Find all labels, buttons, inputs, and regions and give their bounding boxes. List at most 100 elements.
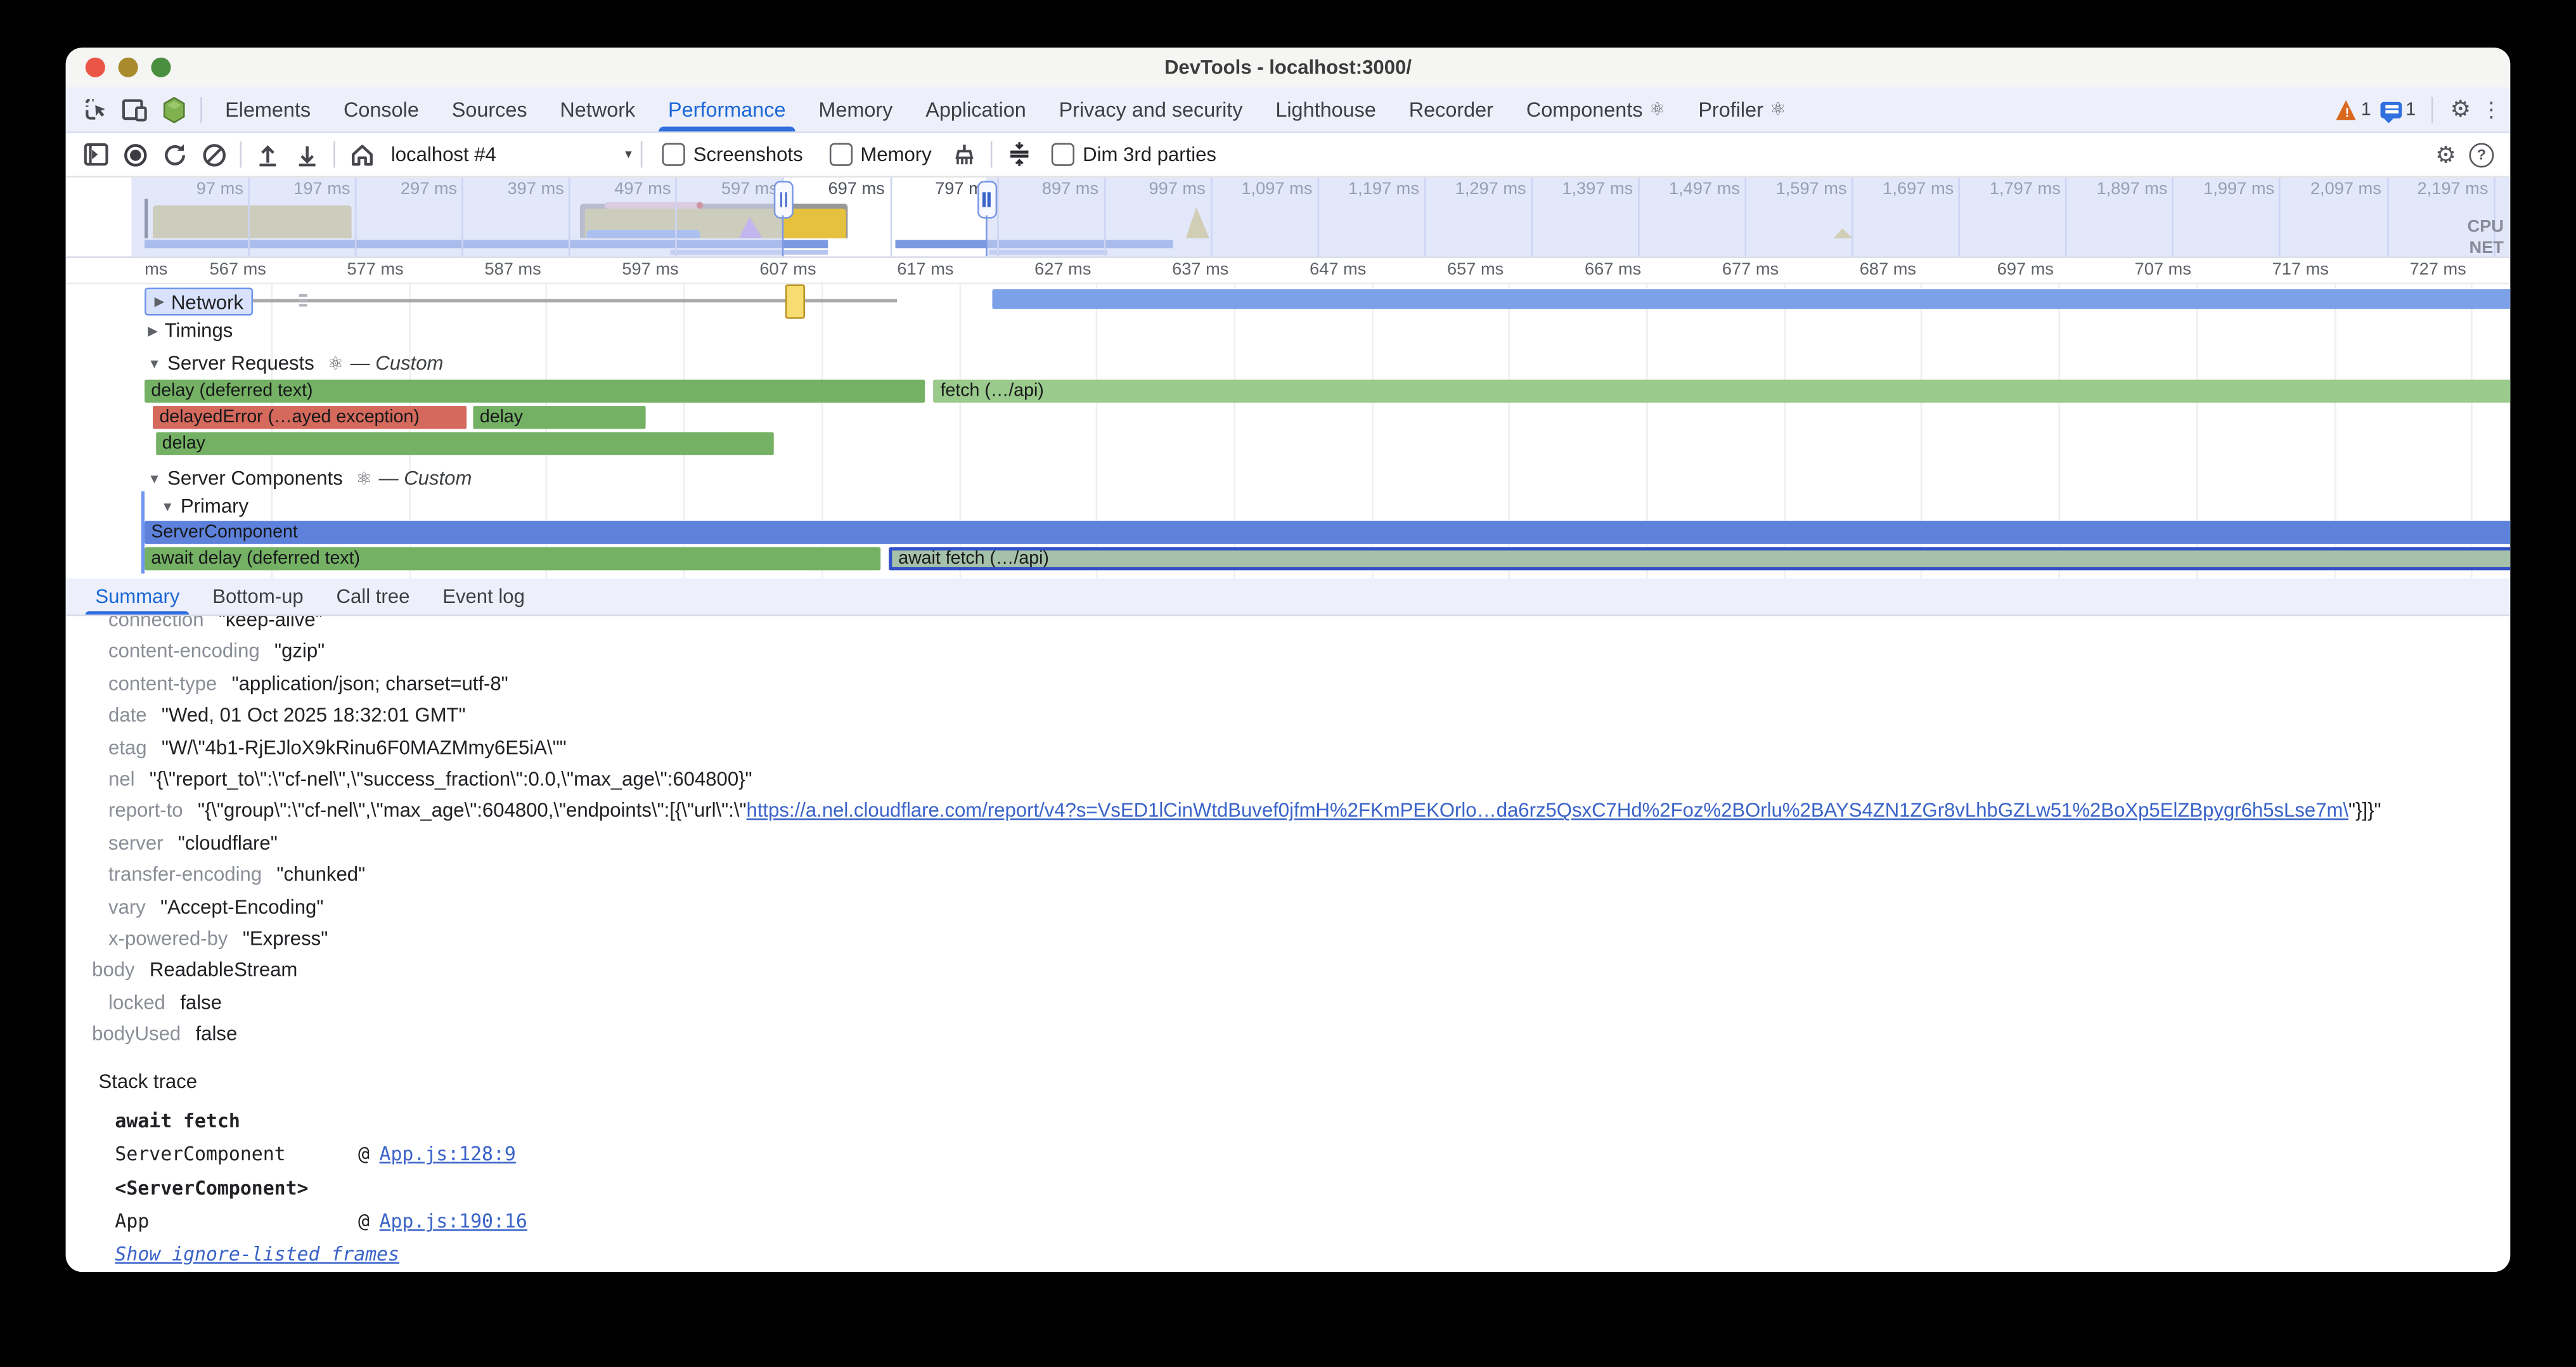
details-tab-call-tree[interactable]: Call tree (320, 578, 427, 614)
tab-sources[interactable]: Sources (435, 87, 544, 131)
overview-gridline (890, 178, 892, 256)
tab-console[interactable]: Console (327, 87, 435, 131)
property-row: nel"{\"report_to\":\"cf-nel\",\"success_… (92, 764, 2510, 796)
tab-network[interactable]: Network (543, 87, 652, 131)
memory-checkbox[interactable]: Memory (829, 143, 932, 165)
ruler-unit-label: ms (145, 260, 167, 280)
timeline-event-bar[interactable]: delay (473, 406, 647, 429)
issues-badge[interactable]: 1 (2381, 100, 2416, 119)
ruler-tick-label: 717 ms (2234, 260, 2329, 280)
divider (991, 141, 993, 167)
extension-gem-icon[interactable] (155, 91, 194, 127)
network-request-marker[interactable] (785, 284, 805, 318)
ruler-tick-label: 707 ms (2096, 260, 2191, 280)
property-row: transfer-encoding"chunked" (92, 860, 2510, 891)
capture-settings-gear-icon[interactable]: ⚙ (2435, 141, 2456, 169)
selection-handle-left[interactable] (774, 181, 794, 219)
network-track-header[interactable]: ▶ Network (145, 288, 254, 316)
device-toolbar-icon[interactable] (115, 91, 154, 127)
tab-recorder[interactable]: Recorder (1393, 87, 1510, 131)
server-components-track-header[interactable]: ▼ Server Components ⚛ — Custom (66, 467, 2511, 491)
settings-gear-icon[interactable]: ⚙ (2450, 95, 2471, 123)
warning-icon: ! (2336, 100, 2358, 119)
react-atom-icon: ⚛ (1770, 99, 1786, 120)
inspect-element-icon[interactable] (75, 91, 115, 127)
details-tab-bottom-up[interactable]: Bottom-up (196, 578, 319, 614)
network-request-bar[interactable] (993, 289, 2511, 309)
timeline-event-bar[interactable]: await delay (deferred text) (145, 547, 880, 570)
timeline-overview[interactable]: CPU NET 97 ms197 ms297 ms397 ms497 ms597… (66, 178, 2511, 258)
expand-triangle-icon[interactable]: ▼ (148, 471, 161, 486)
record-icon[interactable] (115, 136, 154, 172)
active-tab-underline (659, 127, 796, 132)
clear-icon[interactable] (194, 136, 233, 172)
warning-badge[interactable]: ! 1 (2336, 100, 2371, 119)
stack-frame: App@App.js:190:16 (115, 1205, 2510, 1238)
tab-elements[interactable]: Elements (209, 87, 327, 131)
timeline-event-bar[interactable]: fetch (…/api) (934, 380, 2510, 403)
details-tab-summary[interactable]: Summary (79, 578, 196, 614)
primary-track-header[interactable]: ▼ Primary (66, 495, 2511, 519)
show-ignore-listed-frames-link[interactable]: Show ignore-listed frames (115, 1242, 2510, 1265)
track-group-guide (141, 491, 145, 574)
ruler-tick-label: 637 ms (1133, 260, 1228, 280)
history-select[interactable]: localhost #4 ▼ (391, 143, 634, 165)
dim-3rd-parties-checkbox[interactable]: Dim 3rd parties (1052, 143, 1216, 165)
property-key: locked (108, 987, 165, 1019)
tab-memory[interactable]: Memory (802, 87, 909, 131)
maximize-window-icon[interactable] (151, 58, 171, 77)
stack-trace-section: Stack trace await fetchServerComponent@A… (66, 1069, 2511, 1264)
selection-handle-right[interactable] (977, 181, 996, 219)
network-track[interactable]: ▶ Network (66, 288, 2511, 314)
report-url-link[interactable]: https://a.nel.cloudflare.com/report/v4?s… (747, 800, 2349, 822)
memory-label: Memory (860, 143, 931, 165)
source-location-link[interactable]: App.js:190:16 (380, 1210, 527, 1233)
divider (641, 141, 643, 167)
property-row: x-powered-by"Express" (92, 924, 2510, 956)
divider (200, 96, 202, 122)
tab-profiler[interactable]: Profiler⚛ (1682, 87, 1802, 131)
property-key: nel (108, 764, 135, 796)
server-requests-track-header[interactable]: ▼ Server Requests ⚛ — Custom (66, 352, 2511, 377)
timeline-event-bar[interactable]: delay (155, 432, 773, 455)
ruler-tick-label: 587 ms (446, 260, 541, 280)
selection-handle-line (782, 216, 785, 257)
details-tab-event-log[interactable]: Event log (426, 578, 541, 614)
tab-components[interactable]: Components⚛ (1510, 87, 1682, 131)
collect-garbage-icon[interactable] (944, 136, 984, 172)
load-profile-icon[interactable] (248, 136, 287, 172)
kebab-menu-icon[interactable]: ⋮ (2481, 96, 2501, 122)
close-window-icon[interactable] (86, 58, 105, 77)
tab-performance[interactable]: Performance (652, 87, 802, 131)
tab-lighthouse[interactable]: Lighthouse (1259, 87, 1392, 131)
tab-application[interactable]: Application (909, 87, 1042, 131)
expand-triangle-icon[interactable]: ▼ (161, 499, 174, 514)
timeline-event-bar[interactable]: delay (deferred text) (145, 380, 925, 403)
timeline-tracks: ▶ Network ▶ Timings ▼ Server Requests ⚛ … (66, 284, 2511, 578)
collapse-triangle-icon[interactable]: ▶ (148, 323, 158, 337)
timings-track[interactable]: ▶ Timings (66, 319, 2511, 345)
timeline-event-bar[interactable]: delayedError (…ayed exception) (153, 406, 467, 429)
minimize-window-icon[interactable] (119, 58, 138, 77)
screenshots-checkbox[interactable]: Screenshots (662, 143, 802, 165)
stack-frame: ServerComponent@App.js:128:9 (115, 1137, 2510, 1171)
network-track-label: Network (171, 290, 243, 313)
drag-grip-icon[interactable] (299, 294, 307, 309)
stack-frame: <ServerComponent> (115, 1171, 2510, 1205)
collapse-triangle-icon[interactable]: ▶ (155, 294, 165, 309)
source-location-link[interactable]: App.js:128:9 (380, 1143, 516, 1165)
property-row: lockedfalse (92, 987, 2510, 1019)
save-profile-icon[interactable] (288, 136, 327, 172)
property-key: transfer-encoding (108, 860, 262, 891)
toggle-sidebar-icon[interactable] (75, 136, 115, 172)
reload-record-icon[interactable] (155, 136, 194, 172)
shortcuts-dialog-icon[interactable] (999, 136, 1038, 172)
home-icon[interactable] (342, 136, 381, 172)
timeline-event-bar[interactable]: await fetch (…/api) (889, 547, 2511, 570)
expand-triangle-icon[interactable]: ▼ (148, 356, 161, 370)
property-row: bodyReadableStream (92, 956, 2510, 987)
timeline-event-bar[interactable]: ServerComponent (145, 521, 2510, 544)
help-icon[interactable]: ? (2469, 142, 2494, 167)
property-row: report-to"{\"group\":\"cf-nel\",\"max_ag… (92, 796, 2510, 828)
tab-privacy-and-security[interactable]: Privacy and security (1043, 87, 1259, 131)
